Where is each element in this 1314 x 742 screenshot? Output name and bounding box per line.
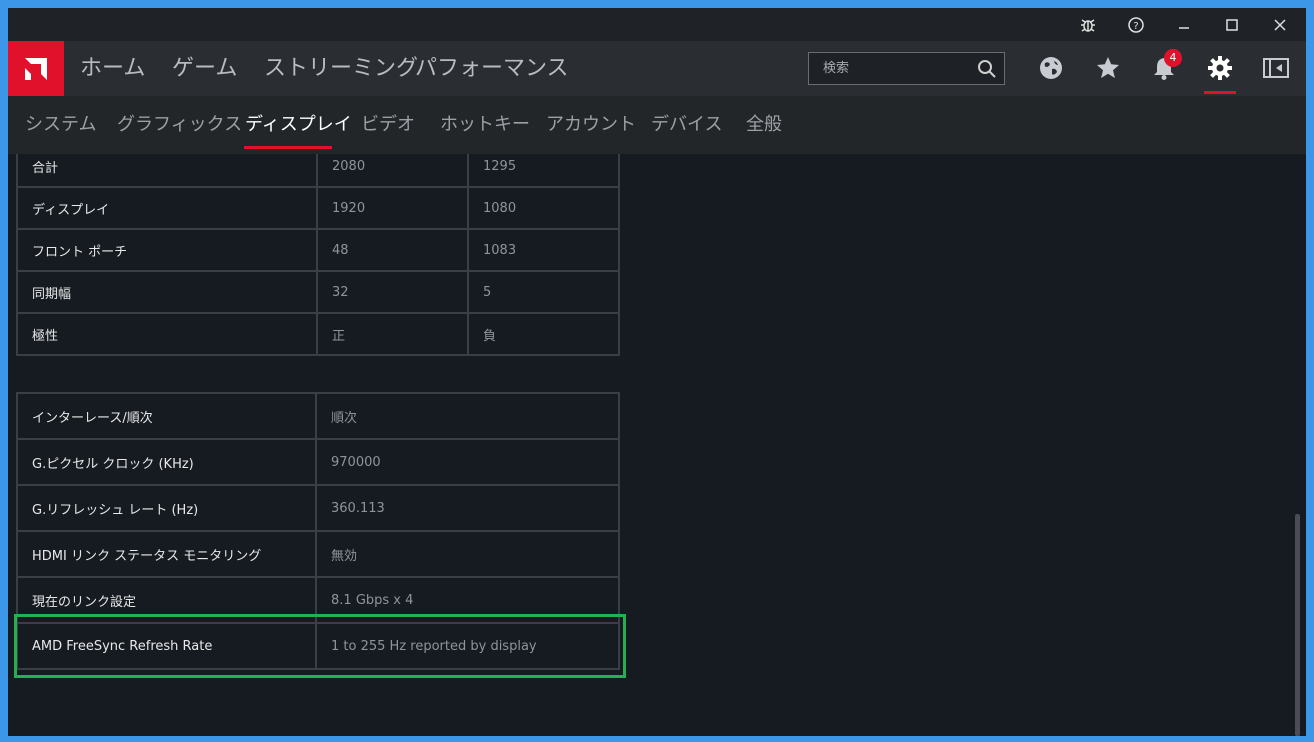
title-bar: ?: [8, 8, 1306, 41]
row-label: 極性: [16, 312, 318, 356]
star-icon[interactable]: [1093, 53, 1123, 83]
table-row: インターレース/順次 順次: [15, 392, 620, 440]
tab-hotkeys[interactable]: ホットキー: [440, 96, 530, 154]
search-input[interactable]: [809, 53, 969, 84]
row-label: G.リフレッシュ レート (Hz): [15, 484, 318, 532]
tab-video[interactable]: ビデオ: [361, 96, 415, 154]
horizontal-value: 2080: [316, 154, 469, 188]
tab-account[interactable]: アカウント: [546, 96, 636, 154]
gear-icon[interactable]: [1205, 53, 1235, 83]
row-label: インターレース/順次: [15, 392, 318, 440]
tab-system[interactable]: システム: [25, 96, 96, 154]
table-row: 極性 正 負: [16, 312, 620, 356]
sidebar-icon[interactable]: [1261, 53, 1291, 83]
nav-home[interactable]: ホーム: [80, 41, 145, 96]
nav-games[interactable]: ゲーム: [172, 41, 237, 96]
globe-icon[interactable]: [1036, 53, 1066, 83]
horizontal-value: 1920: [316, 186, 469, 230]
table-row: 同期幅 32 5: [16, 270, 620, 314]
notification-badge: 4: [1164, 49, 1182, 67]
row-value: 順次: [315, 392, 620, 440]
row-label: 同期幅: [16, 270, 318, 314]
display-tab-indicator: [244, 146, 332, 149]
tab-general[interactable]: 全般: [746, 96, 782, 154]
vertical-value: 1080: [467, 186, 620, 230]
display-settings-content: 合計 2080 1295 ディスプレイ 1920 1080 フロント ポーチ 4…: [8, 154, 1306, 736]
vertical-value: 1083: [467, 228, 620, 272]
horizontal-value: 32: [316, 270, 469, 314]
vertical-value: 負: [467, 312, 620, 356]
search-box[interactable]: [808, 52, 1005, 85]
help-icon[interactable]: ?: [1116, 8, 1156, 41]
bug-icon[interactable]: [1068, 8, 1108, 41]
row-label: G.ピクセル クロック (KHz): [15, 438, 318, 486]
table-row: G.ピクセル クロック (KHz) 970000: [15, 438, 620, 486]
tab-graphics[interactable]: グラフィックス: [117, 96, 242, 154]
row-label: 合計: [16, 154, 318, 188]
row-label: フロント ポーチ: [16, 228, 318, 272]
row-label: ディスプレイ: [16, 186, 318, 230]
table-row: フロント ポーチ 48 1083: [16, 228, 620, 272]
row-value: 970000: [315, 438, 620, 486]
timing-table: 合計 2080 1295 ディスプレイ 1920 1080 フロント ポーチ 4…: [16, 154, 620, 356]
nav-performance[interactable]: パフォーマンス: [415, 41, 569, 96]
app-window: ? ホーム ゲーム ストリーミング パフォーマンス 検索 4 システム グラフィ…: [8, 8, 1306, 736]
table-row: 合計 2080 1295: [16, 154, 620, 188]
settings-tabs: システム グラフィックス ディスプレイ ビデオ ホットキー アカウント デバイス…: [8, 96, 1306, 154]
svg-text:?: ?: [1133, 21, 1138, 32]
freesync-highlight-box: [14, 614, 626, 678]
nav-streaming[interactable]: ストリーミング: [264, 41, 418, 96]
minimize-icon[interactable]: [1164, 8, 1204, 41]
top-navigation: ホーム ゲーム ストリーミング パフォーマンス 4: [8, 41, 1306, 96]
vertical-value: 1295: [467, 154, 620, 188]
search-icon[interactable]: [977, 59, 997, 83]
row-value: 360.113: [315, 484, 620, 532]
row-value: 無効: [315, 530, 620, 578]
close-icon[interactable]: [1260, 8, 1300, 41]
vertical-scrollbar[interactable]: [1295, 514, 1300, 736]
table-row: ディスプレイ 1920 1080: [16, 186, 620, 230]
tab-devices[interactable]: デバイス: [651, 96, 722, 154]
settings-active-indicator: [1204, 91, 1236, 94]
horizontal-value: 正: [316, 312, 469, 356]
amd-logo-icon[interactable]: [8, 41, 64, 96]
horizontal-value: 48: [316, 228, 469, 272]
table-row: G.リフレッシュ レート (Hz) 360.113: [15, 484, 620, 532]
row-label: HDMI リンク ステータス モニタリング: [15, 530, 318, 578]
vertical-value: 5: [467, 270, 620, 314]
table-row: HDMI リンク ステータス モニタリング 無効: [15, 530, 620, 578]
maximize-icon[interactable]: [1212, 8, 1252, 41]
